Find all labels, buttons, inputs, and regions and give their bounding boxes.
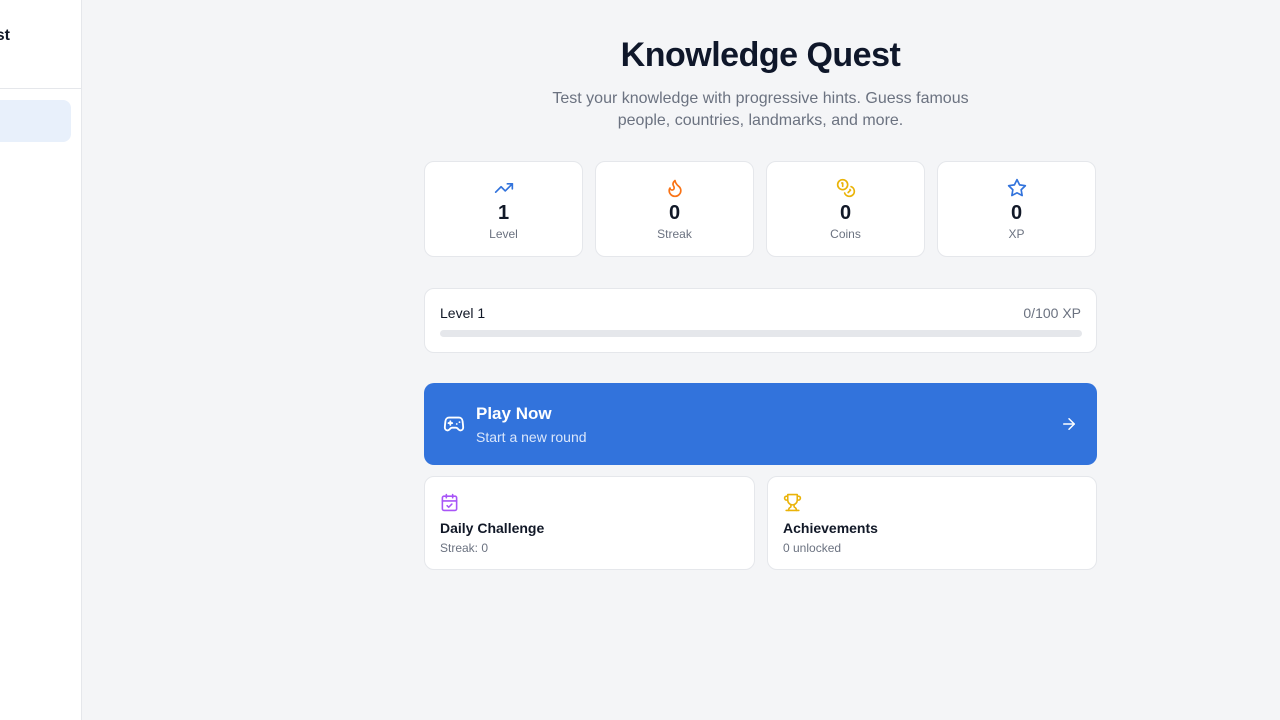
stat-value: 0 xyxy=(668,202,681,224)
stat-value: 0 xyxy=(1010,202,1023,224)
stat-value: 1 xyxy=(497,202,510,224)
stat-card-xp: 0 XP xyxy=(937,161,1096,257)
daily-challenge-title: Daily Challenge xyxy=(440,520,545,536)
stat-card-level: 1 Level xyxy=(424,161,583,257)
stat-label: XP xyxy=(1008,227,1025,241)
achievements-title: Achievements xyxy=(783,520,878,536)
stat-value: 0 xyxy=(839,202,852,224)
stat-label: Streak xyxy=(657,227,692,241)
daily-challenge-card[interactable]: Daily Challenge Streak: 0 xyxy=(424,476,755,570)
trophy-icon xyxy=(783,493,802,512)
xp-progress-bar xyxy=(440,330,1082,337)
daily-challenge-streak: Streak: 0 xyxy=(440,541,489,555)
page-subtitle: Test your knowledge with progressive hin… xyxy=(552,90,969,129)
page-title: Knowledge Quest xyxy=(620,36,901,74)
sidebar-item-active[interactable] xyxy=(0,100,71,142)
sidebar-divider xyxy=(0,88,81,89)
achievements-card[interactable]: Achievements 0 unlocked xyxy=(767,476,1097,570)
stats-row: 1 Level 0 Streak 0 Coins 0 XP xyxy=(424,161,1097,257)
flame-icon xyxy=(667,179,682,198)
stat-card-coins: 0 Coins xyxy=(766,161,925,257)
sidebar: st xyxy=(0,0,82,720)
arrow-right-icon xyxy=(1063,418,1075,430)
play-now-title: Play Now xyxy=(476,404,552,423)
progress-level-label: Level 1 xyxy=(440,305,486,321)
play-now-button[interactable]: Play Now Start a new round xyxy=(424,383,1097,465)
level-progress-card: Level 1 0/100 XP xyxy=(424,288,1097,353)
coins-icon xyxy=(836,178,855,198)
secondary-actions-row: Daily Challenge Streak: 0 Achievements 0… xyxy=(424,476,1097,570)
stat-label: Coins xyxy=(830,227,861,241)
star-icon xyxy=(1007,178,1026,197)
achievements-count: 0 unlocked xyxy=(783,541,842,555)
sidebar-app-title: st xyxy=(0,27,10,44)
gamepad-icon xyxy=(443,416,465,432)
play-now-subtitle: Start a new round xyxy=(476,429,587,445)
calendar-check-icon xyxy=(441,493,458,512)
progress-xp-text: 0/100 XP xyxy=(1023,305,1081,321)
trending-up-icon xyxy=(494,183,513,193)
stat-card-streak: 0 Streak xyxy=(595,161,754,257)
stat-label: Level xyxy=(489,227,518,241)
